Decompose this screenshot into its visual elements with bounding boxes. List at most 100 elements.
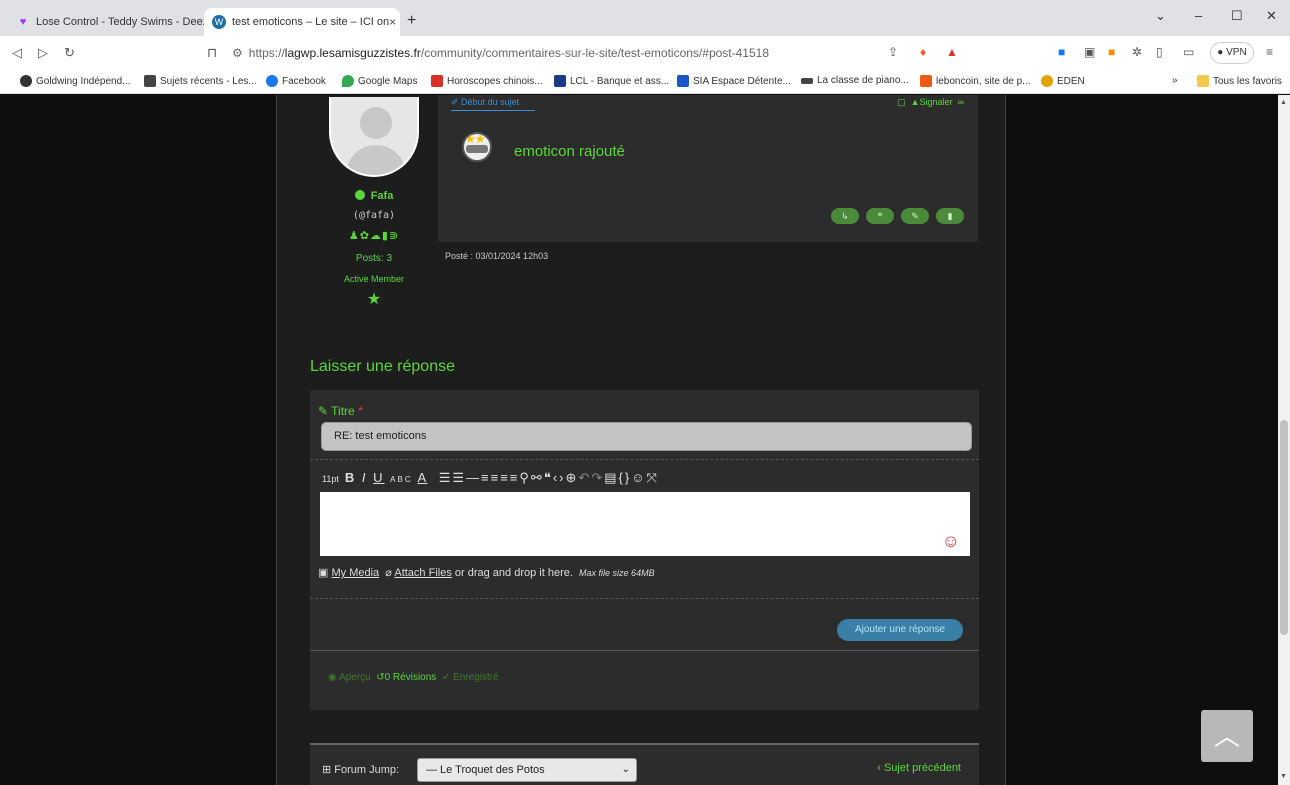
fullscreen-icon[interactable]: ⤧	[646, 470, 658, 485]
bookmark-item[interactable]: Goldwing Indépend...	[20, 75, 131, 87]
close-tab-icon[interactable]: ×	[389, 15, 396, 29]
bookmark-item[interactable]: La classe de piano...	[801, 75, 909, 86]
strikethrough-icon[interactable]: ABC	[390, 475, 412, 484]
scroll-up-icon[interactable]: ▲	[1280, 99, 1287, 106]
underline-icon[interactable]: U	[373, 470, 384, 485]
site-info-icon[interactable]: ⚙	[232, 46, 243, 60]
undo-icon[interactable]: ↶	[578, 470, 591, 485]
emoji-picker-icon[interactable]: ☺	[631, 470, 646, 485]
wallet-icon[interactable]: ▭	[1183, 45, 1194, 59]
bookmark-label: Sujets récents - Les...	[160, 75, 257, 87]
tab-deezer[interactable]: ♥ Lose Control - Teddy Swims - Deezer	[8, 8, 204, 36]
align-justify-icon[interactable]: ≡	[510, 470, 520, 485]
pencil-icon: ✎	[318, 404, 332, 418]
report-button[interactable]: ▲Signaler	[911, 97, 953, 107]
menu-icon[interactable]: ≡	[1266, 45, 1273, 59]
bookmarks-overflow-button[interactable]: »	[1172, 75, 1178, 86]
italic-icon[interactable]: I	[362, 470, 368, 485]
all-bookmarks[interactable]: Tous les favoris	[1197, 75, 1282, 87]
brave-rewards-icon[interactable]: ▲	[946, 45, 958, 59]
forum-content: Fafa (@fafa) ♟✿☁▮⋑ Posts: 3 Active Membe…	[276, 95, 1006, 785]
quote-icon[interactable]: ❝	[866, 208, 894, 224]
sidebar-icon[interactable]: ▯	[1156, 45, 1163, 59]
source-code-icon[interactable]: {}	[619, 470, 632, 485]
vpn-button[interactable]: ● VPN	[1210, 42, 1254, 64]
align-center-icon[interactable]: ≡	[491, 470, 501, 485]
post: ✐ Début du sujet ▢ ▲Signaler ∞ ★★ emotic…	[438, 95, 978, 242]
reply-icon[interactable]: ↳	[831, 208, 859, 224]
bookmark-item[interactable]: leboncoin, site de p...	[920, 75, 1031, 87]
minimize-button[interactable]: –	[1195, 8, 1202, 23]
page-scrollbar[interactable]: ▲ ▼	[1278, 95, 1290, 785]
numbered-list-icon[interactable]: ☰	[452, 470, 466, 485]
avatar[interactable]	[329, 97, 419, 177]
new-tab-button[interactable]: +	[407, 12, 416, 30]
code-icon[interactable]: ‹›	[553, 470, 566, 485]
chevron-left-icon: ‹	[877, 762, 884, 774]
bookmark-item[interactable]: EDEN	[1041, 75, 1085, 87]
forum-jump-label: ⊞ Forum Jump:	[322, 763, 399, 776]
brave-shield-icon[interactable]: ♦	[920, 45, 926, 59]
paste-icon[interactable]: ▤	[604, 470, 618, 485]
delete-icon[interactable]: ▮	[936, 208, 964, 224]
extension-icon[interactable]: ▣	[1084, 45, 1095, 59]
forum-jump-select[interactable]: — Le Troquet des Potos ⌄	[417, 758, 637, 782]
font-size-select[interactable]: 11pt	[322, 474, 339, 484]
paperclip-icon: ⌀	[385, 567, 392, 579]
insert-icon[interactable]: ⊕	[566, 470, 579, 485]
edit-icon[interactable]: ✎	[901, 208, 929, 224]
gear-icon: ✿	[359, 230, 370, 242]
bookmark-icon: ▮	[381, 230, 389, 242]
wordpress-icon: W	[212, 15, 226, 29]
tab-test-emoticons[interactable]: W test emoticons – Le site – ICI on ×	[204, 8, 400, 36]
horizontal-rule-icon[interactable]: —	[466, 470, 481, 485]
submit-reply-button[interactable]: Ajouter une réponse	[837, 619, 963, 641]
facebook-icon	[266, 75, 278, 87]
url-field[interactable]: ⚙ https://lagwp.lesamisguzzistes.fr/commu…	[232, 46, 769, 60]
bookmark-item[interactable]: Sujets récents - Les...	[144, 75, 257, 87]
bold-icon[interactable]: B	[345, 470, 356, 485]
scroll-down-icon[interactable]: ▼	[1280, 773, 1287, 780]
title-input[interactable]: RE: test emoticons	[321, 422, 972, 451]
bookmark-icon[interactable]: ⊓	[207, 45, 217, 61]
revisions-button[interactable]: ↺0 Révisions	[376, 672, 436, 683]
puzzle-icon[interactable]: ✲	[1132, 45, 1142, 59]
maximize-button[interactable]: ☐	[1231, 8, 1243, 24]
eden-icon	[1041, 75, 1053, 87]
reply-editor[interactable]: ☺	[320, 492, 970, 556]
bookmark-item[interactable]: LCL - Banque et ass...	[554, 75, 669, 87]
rss-extension-icon[interactable]: ■	[1108, 45, 1115, 59]
attach-files-link[interactable]: Attach Files	[394, 567, 451, 579]
tab-search-icon[interactable]: ⌄	[1155, 8, 1166, 24]
permalink-icon[interactable]: ∞	[958, 97, 964, 107]
share-icon[interactable]: ⇪	[888, 45, 898, 59]
back-to-top-button[interactable]: ︿	[1201, 710, 1253, 762]
bookmark-item[interactable]: Facebook	[266, 75, 326, 87]
previous-topic-link[interactable]: ‹ Sujet précédent	[877, 762, 961, 774]
bookmark-item[interactable]: Google Maps	[342, 75, 417, 87]
link-icon[interactable]: ⚲	[519, 470, 531, 485]
bullet-list-icon[interactable]: ☰	[439, 470, 453, 485]
align-right-icon[interactable]: ≡	[500, 470, 510, 485]
my-media-link[interactable]: My Media	[331, 567, 379, 579]
align-left-icon[interactable]: ≡	[481, 470, 491, 485]
drop-hint: or drag and drop it here.	[454, 567, 573, 579]
scrollbar-thumb[interactable]	[1280, 420, 1288, 635]
forward-icon[interactable]: ▷	[38, 45, 48, 61]
reload-icon[interactable]: ↻	[64, 45, 75, 61]
bookmark-item[interactable]: SIA Espace Détente...	[677, 75, 791, 87]
preview-button[interactable]: ◉ Aperçu	[328, 672, 371, 683]
redo-icon[interactable]: ↷	[591, 470, 604, 485]
text-color-icon[interactable]: A	[418, 470, 428, 485]
back-icon[interactable]: ◁	[12, 45, 22, 61]
topic-start-link[interactable]: ✐ Début du sujet	[451, 97, 535, 111]
previous-topic-label: Sujet précédent	[883, 762, 961, 774]
piano-icon	[801, 77, 813, 84]
close-window-button[interactable]: ✕	[1266, 8, 1277, 24]
emoji-button-icon[interactable]: ☺	[942, 531, 960, 552]
bookmark-item[interactable]: Horoscopes chinois...	[431, 75, 543, 87]
bookmark-post-icon[interactable]: ▢	[897, 97, 906, 107]
blockquote-icon[interactable]: ❝	[544, 470, 553, 485]
translate-icon[interactable]: ■	[1058, 45, 1065, 59]
unlink-icon[interactable]: ⚯	[531, 470, 544, 485]
